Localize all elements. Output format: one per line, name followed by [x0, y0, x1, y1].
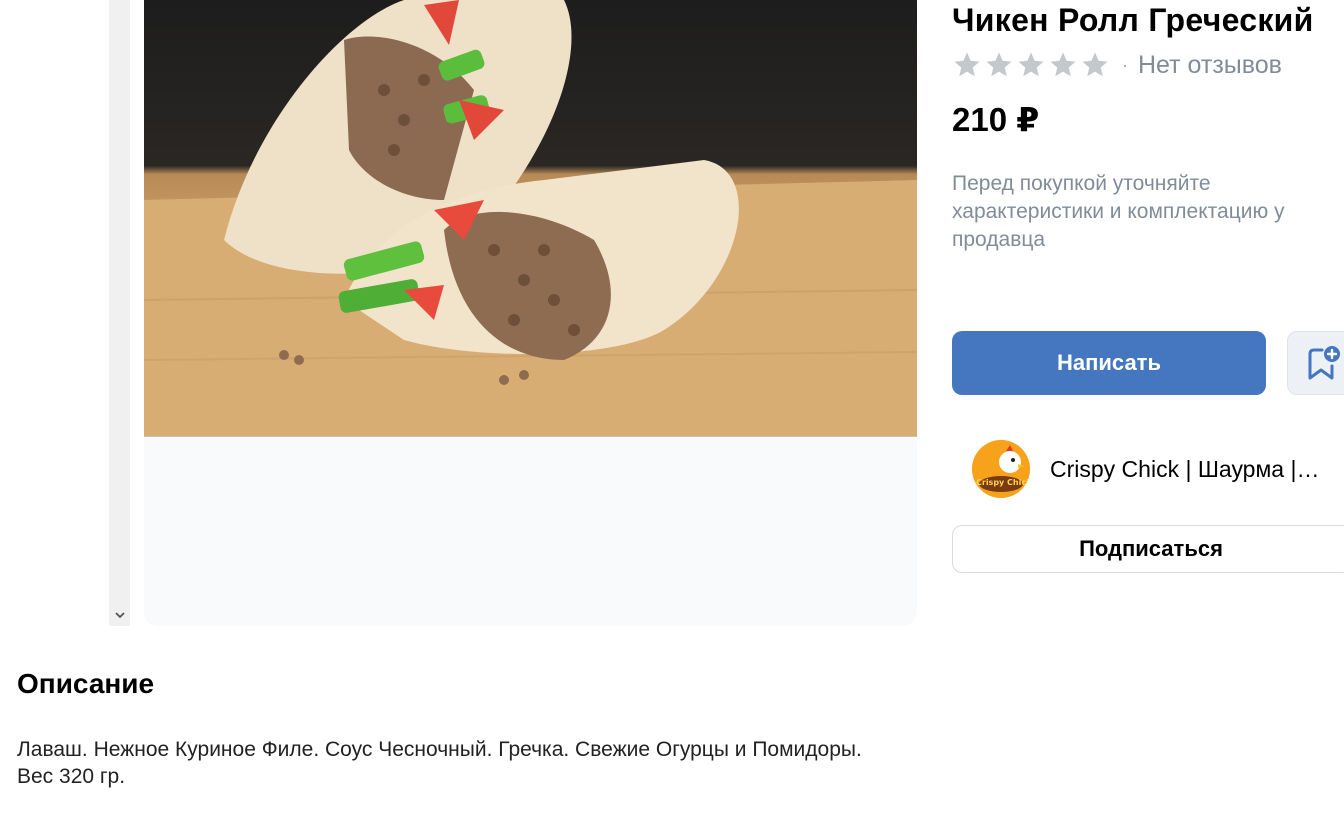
product-gallery [144, 0, 917, 626]
seller-avatar[interactable]: Crispy Chick [972, 440, 1030, 498]
star-icon [1016, 50, 1046, 80]
seller-name[interactable]: Crispy Chick | Шаурма |… [1050, 456, 1319, 483]
separator-dot: · [1122, 54, 1128, 75]
product-price: 210 ₽ [952, 101, 1040, 138]
product-photo[interactable] [144, 0, 917, 437]
subscribe-button[interactable]: Подписаться [952, 525, 1344, 573]
description-text: Лаваш. Нежное Куриное Филе. Соус Чесночн… [17, 736, 862, 790]
star-icon [1080, 50, 1110, 80]
left-gutter [0, 0, 109, 626]
bookmark-button[interactable] [1287, 331, 1344, 395]
write-button[interactable]: Написать [952, 331, 1266, 395]
reviews-link[interactable]: Нет отзывов [1138, 51, 1282, 80]
seller-note: Перед покупкой уточняйте характеристики … [952, 172, 1285, 251]
star-icon [952, 50, 982, 80]
star-icon [1048, 50, 1078, 80]
product-title: Чикен Ролл Греческий [952, 2, 1314, 38]
description-heading: Описание [17, 668, 155, 699]
star-icon [984, 50, 1014, 80]
seller-logo-text: Crispy Chick [976, 478, 1030, 487]
rating-row: · Нет отзывов [952, 48, 1282, 82]
chevron-down-icon[interactable] [109, 606, 130, 624]
gallery-scrollbar[interactable] [109, 0, 130, 626]
seller-row[interactable]: Crispy Chick Crispy Chick | Шаурма |… [972, 440, 1319, 498]
description-line: Вес 320 гр. [17, 765, 126, 788]
description-line: Лаваш. Нежное Куриное Филе. Соус Чесночн… [17, 738, 862, 761]
bookmark-plus-icon [1308, 346, 1340, 380]
